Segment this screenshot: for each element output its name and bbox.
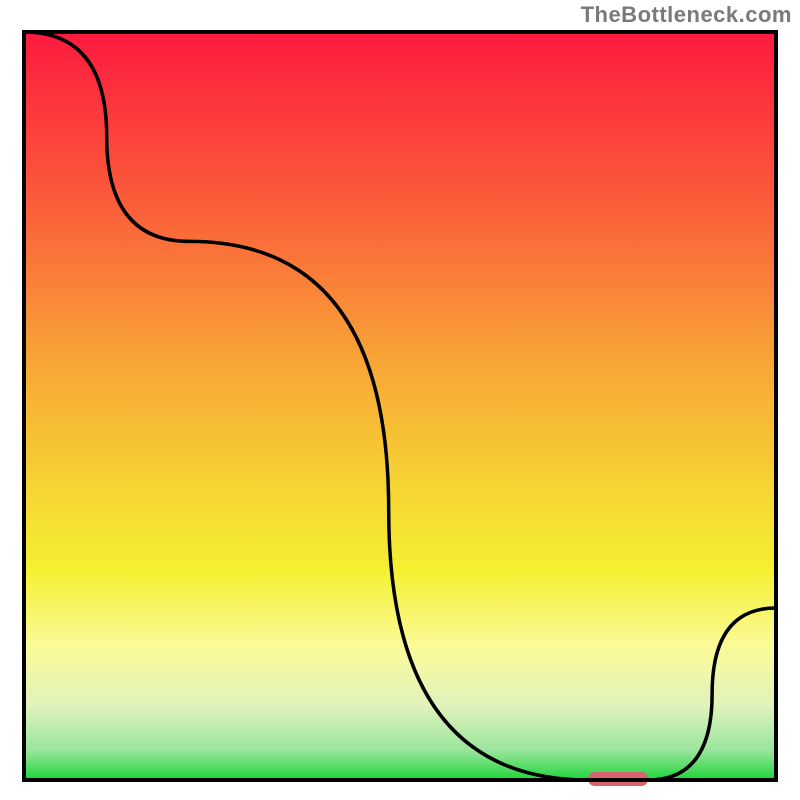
attribution-label: TheBottleneck.com bbox=[581, 2, 792, 28]
plot-background bbox=[24, 32, 776, 780]
chart-container: TheBottleneck.com bbox=[0, 0, 800, 800]
bottleneck-chart bbox=[0, 0, 800, 800]
